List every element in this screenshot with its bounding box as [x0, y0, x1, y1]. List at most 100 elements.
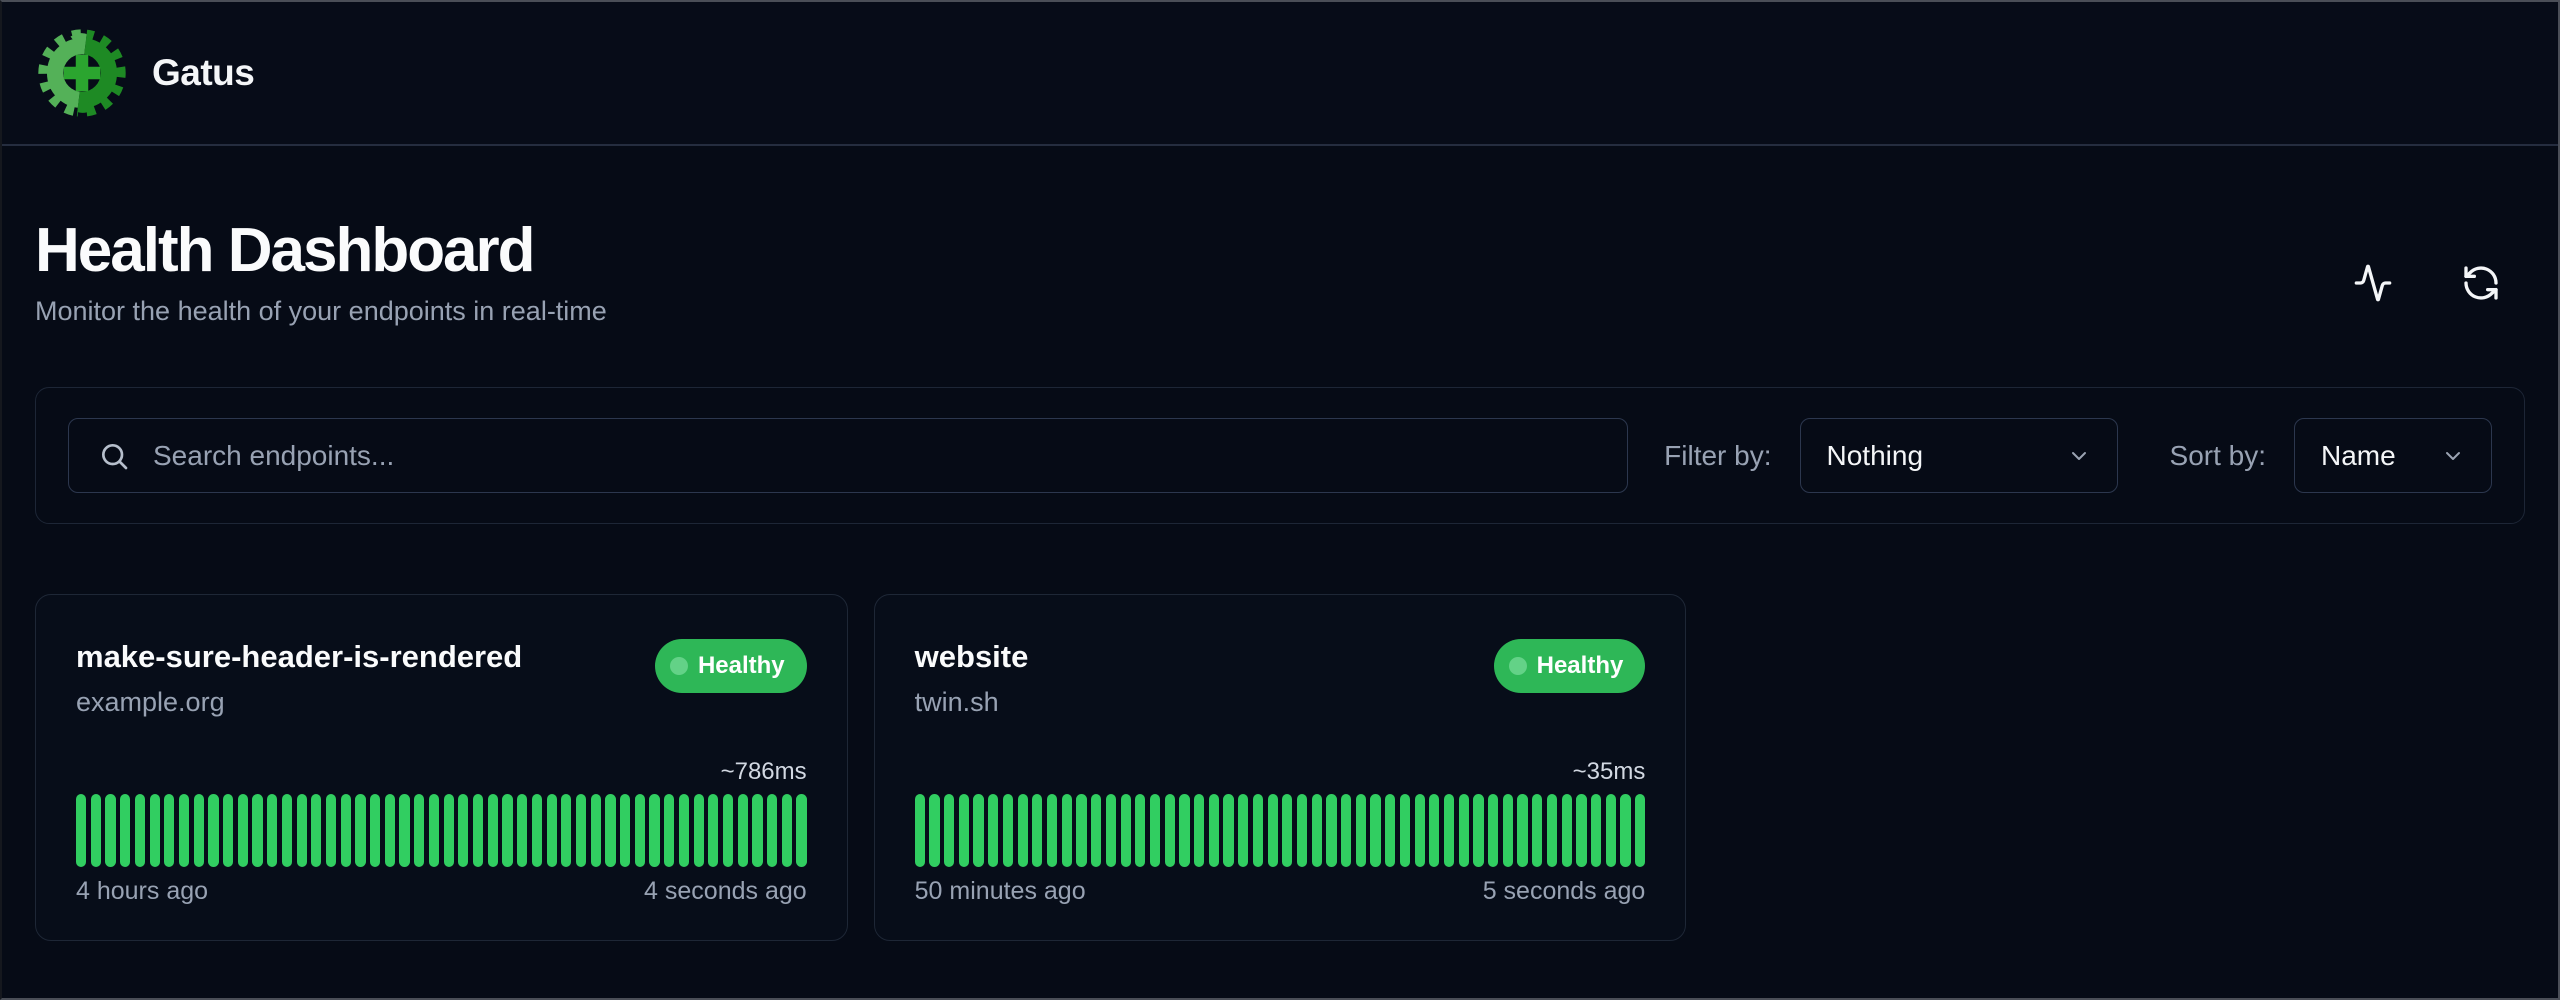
uptime-bar[interactable]: [91, 794, 101, 867]
uptime-bar[interactable]: [1312, 794, 1322, 867]
uptime-bar[interactable]: [664, 794, 674, 867]
uptime-bar[interactable]: [355, 794, 365, 867]
uptime-bar[interactable]: [1253, 794, 1263, 867]
uptime-bar[interactable]: [796, 794, 806, 867]
uptime-bar[interactable]: [1179, 794, 1189, 867]
uptime-bar[interactable]: [1635, 794, 1645, 867]
uptime-bar[interactable]: [488, 794, 498, 867]
uptime-bar[interactable]: [1400, 794, 1410, 867]
uptime-bar[interactable]: [179, 794, 189, 867]
uptime-bar[interactable]: [1268, 794, 1278, 867]
uptime-bar[interactable]: [723, 794, 733, 867]
uptime-bar[interactable]: [135, 794, 145, 867]
uptime-bar[interactable]: [76, 794, 86, 867]
activity-icon[interactable]: [2351, 261, 2395, 305]
uptime-bar[interactable]: [1620, 794, 1630, 867]
uptime-bar[interactable]: [752, 794, 762, 867]
uptime-bar[interactable]: [1091, 794, 1101, 867]
uptime-bar[interactable]: [547, 794, 557, 867]
uptime-bar[interactable]: [1591, 794, 1601, 867]
uptime-bar[interactable]: [517, 794, 527, 867]
uptime-bar[interactable]: [120, 794, 130, 867]
uptime-bar[interactable]: [105, 794, 115, 867]
uptime-bar[interactable]: [1076, 794, 1086, 867]
uptime-bar[interactable]: [694, 794, 704, 867]
uptime-bar[interactable]: [399, 794, 409, 867]
refresh-icon[interactable]: [2459, 261, 2503, 305]
uptime-bar[interactable]: [605, 794, 615, 867]
uptime-bar[interactable]: [267, 794, 277, 867]
uptime-bar[interactable]: [1194, 794, 1204, 867]
uptime-bars[interactable]: [76, 794, 807, 867]
uptime-bar[interactable]: [591, 794, 601, 867]
uptime-bar[interactable]: [929, 794, 939, 867]
uptime-bar[interactable]: [1576, 794, 1586, 867]
uptime-bar[interactable]: [341, 794, 351, 867]
uptime-bar[interactable]: [444, 794, 454, 867]
uptime-bar[interactable]: [1547, 794, 1557, 867]
uptime-bar[interactable]: [738, 794, 748, 867]
uptime-bar[interactable]: [1415, 794, 1425, 867]
uptime-bar[interactable]: [252, 794, 262, 867]
uptime-bar[interactable]: [1385, 794, 1395, 867]
uptime-bar[interactable]: [1444, 794, 1454, 867]
uptime-bar[interactable]: [1532, 794, 1542, 867]
uptime-bar[interactable]: [782, 794, 792, 867]
uptime-bar[interactable]: [1106, 794, 1116, 867]
search-input[interactable]: [68, 418, 1628, 493]
uptime-bar[interactable]: [1326, 794, 1336, 867]
uptime-bar[interactable]: [1018, 794, 1028, 867]
uptime-bar[interactable]: [150, 794, 160, 867]
uptime-bar[interactable]: [532, 794, 542, 867]
uptime-bar[interactable]: [1135, 794, 1145, 867]
uptime-bar[interactable]: [959, 794, 969, 867]
uptime-bar[interactable]: [1503, 794, 1513, 867]
uptime-bar[interactable]: [561, 794, 571, 867]
uptime-bar[interactable]: [1282, 794, 1292, 867]
uptime-bar[interactable]: [458, 794, 468, 867]
uptime-bar[interactable]: [1341, 794, 1351, 867]
uptime-bar[interactable]: [1047, 794, 1057, 867]
uptime-bar[interactable]: [1003, 794, 1013, 867]
uptime-bar[interactable]: [1165, 794, 1175, 867]
uptime-bar[interactable]: [973, 794, 983, 867]
uptime-bar[interactable]: [1517, 794, 1527, 867]
uptime-bar[interactable]: [1223, 794, 1233, 867]
uptime-bar[interactable]: [208, 794, 218, 867]
uptime-bar[interactable]: [679, 794, 689, 867]
uptime-bar[interactable]: [1429, 794, 1439, 867]
uptime-bar[interactable]: [326, 794, 336, 867]
uptime-bar[interactable]: [282, 794, 292, 867]
uptime-bars[interactable]: [915, 794, 1646, 867]
uptime-bar[interactable]: [944, 794, 954, 867]
uptime-bar[interactable]: [1150, 794, 1160, 867]
uptime-bar[interactable]: [238, 794, 248, 867]
uptime-bar[interactable]: [297, 794, 307, 867]
uptime-bar[interactable]: [1356, 794, 1366, 867]
uptime-bar[interactable]: [429, 794, 439, 867]
uptime-bar[interactable]: [576, 794, 586, 867]
uptime-bar[interactable]: [1562, 794, 1572, 867]
endpoint-card[interactable]: website twin.sh Healthy ~35ms 50 minutes…: [874, 594, 1687, 941]
uptime-bar[interactable]: [1062, 794, 1072, 867]
uptime-bar[interactable]: [988, 794, 998, 867]
uptime-bar[interactable]: [708, 794, 718, 867]
uptime-bar[interactable]: [385, 794, 395, 867]
brand-name[interactable]: Gatus: [152, 52, 254, 94]
filter-select[interactable]: Nothing: [1800, 418, 2118, 493]
uptime-bar[interactable]: [1032, 794, 1042, 867]
uptime-bar[interactable]: [635, 794, 645, 867]
endpoint-card[interactable]: make-sure-header-is-rendered example.org…: [35, 594, 848, 941]
uptime-bar[interactable]: [370, 794, 380, 867]
uptime-bar[interactable]: [1297, 794, 1307, 867]
uptime-bar[interactable]: [223, 794, 233, 867]
uptime-bar[interactable]: [311, 794, 321, 867]
uptime-bar[interactable]: [649, 794, 659, 867]
uptime-bar[interactable]: [473, 794, 483, 867]
sort-select[interactable]: Name: [2294, 418, 2492, 493]
uptime-bar[interactable]: [502, 794, 512, 867]
uptime-bar[interactable]: [1488, 794, 1498, 867]
uptime-bar[interactable]: [1459, 794, 1469, 867]
uptime-bar[interactable]: [1370, 794, 1380, 867]
uptime-bar[interactable]: [1473, 794, 1483, 867]
